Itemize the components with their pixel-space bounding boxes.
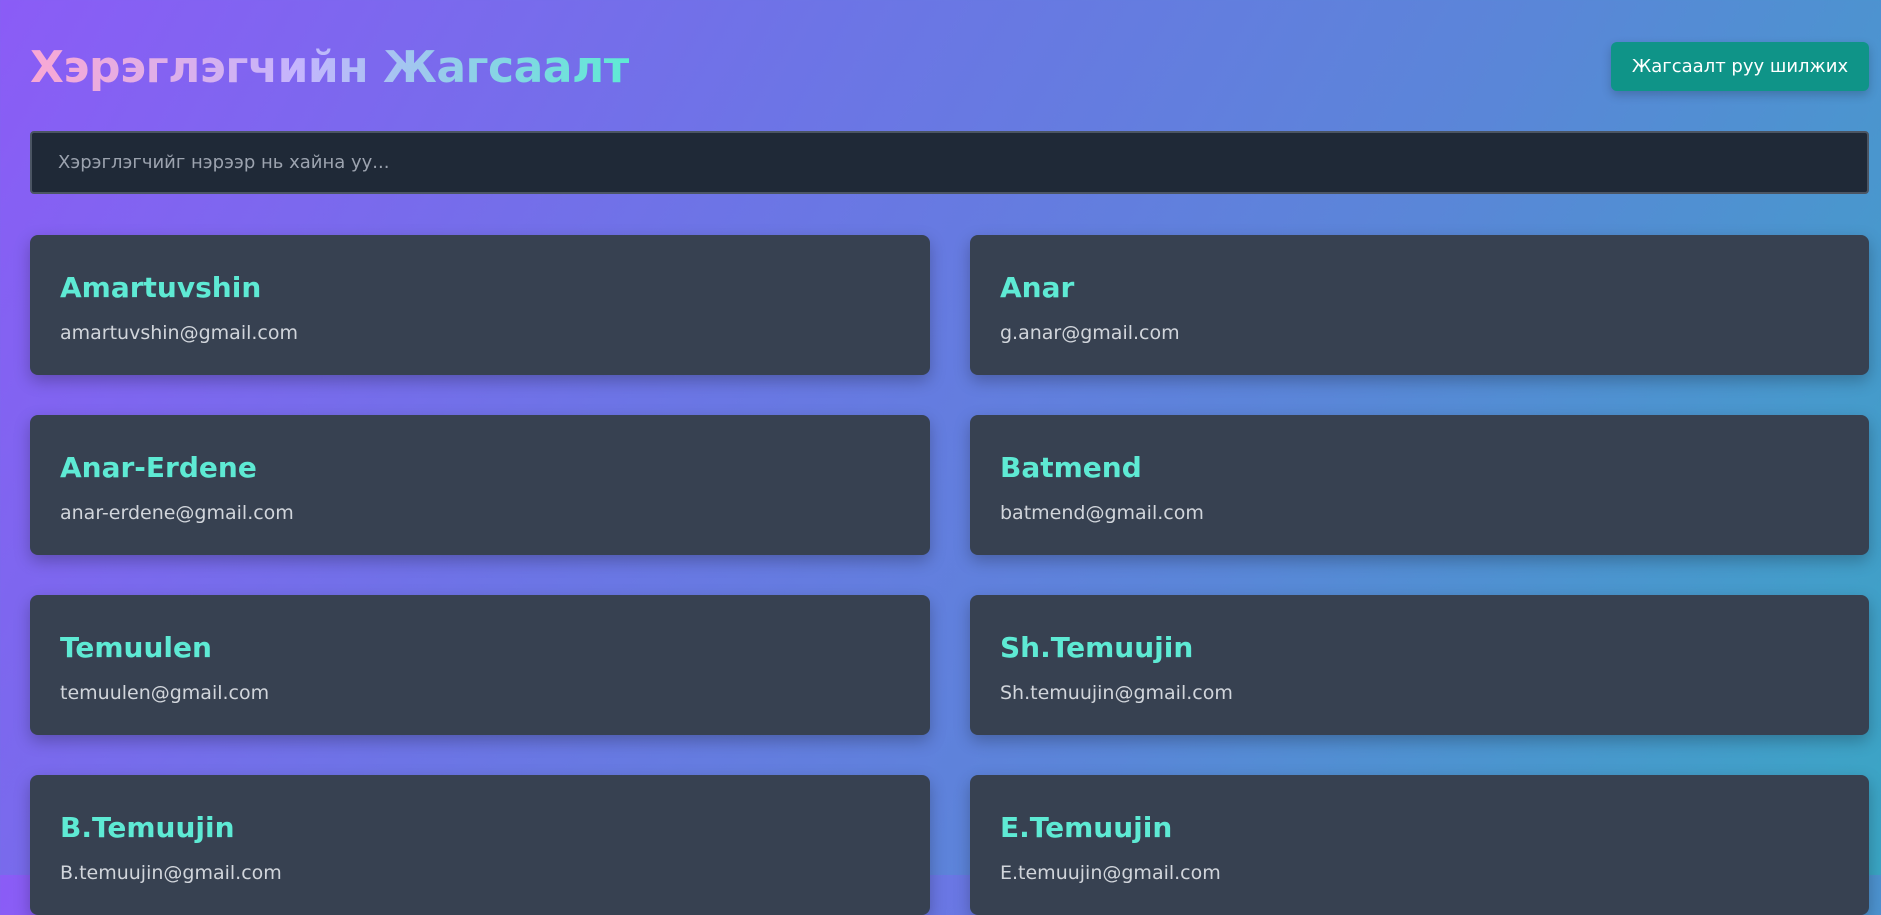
user-email: amartuvshin@gmail.com xyxy=(60,322,298,344)
user-email: temuulen@gmail.com xyxy=(60,682,270,704)
search-input[interactable] xyxy=(30,131,1869,194)
user-email: Sh.temuujin@gmail.com xyxy=(1000,682,1233,704)
page-title: Хэрэглэгчийн Жагсаалт xyxy=(30,42,629,93)
user-card[interactable]: Sh.Temuujin Sh.temuujin@gmail.com xyxy=(970,595,1869,735)
user-name: Sh.Temuujin xyxy=(1000,631,1194,664)
user-card[interactable]: Anar g.anar@gmail.com xyxy=(970,235,1869,375)
user-email: batmend@gmail.com xyxy=(1000,502,1204,524)
user-email: anar-erdene@gmail.com xyxy=(60,502,294,524)
user-name: Batmend xyxy=(1000,451,1142,484)
page-header: Хэрэглэгчийн Жагсаалт Жагсаалт руу шилжи… xyxy=(30,0,1869,132)
user-card[interactable]: E.Temuujin E.temuujin@gmail.com xyxy=(970,775,1869,915)
user-card[interactable]: Batmend batmend@gmail.com xyxy=(970,415,1869,555)
user-card-grid: Amartuvshin amartuvshin@gmail.com Anar g… xyxy=(30,235,1869,915)
user-card[interactable]: B.Temuujin B.temuujin@gmail.com xyxy=(30,775,930,915)
user-card[interactable]: Anar-Erdene anar-erdene@gmail.com xyxy=(30,415,930,555)
user-name: B.Temuujin xyxy=(60,811,235,844)
user-email: E.temuujin@gmail.com xyxy=(1000,862,1221,884)
user-list-page: Хэрэглэгчийн Жагсаалт Жагсаалт руу шилжи… xyxy=(30,0,1869,915)
user-name: E.Temuujin xyxy=(1000,811,1173,844)
user-card[interactable]: Amartuvshin amartuvshin@gmail.com xyxy=(30,235,930,375)
user-name: Temuulen xyxy=(60,631,212,664)
user-name: Anar xyxy=(1000,271,1075,304)
user-email: B.temuujin@gmail.com xyxy=(60,862,282,884)
user-name: Anar-Erdene xyxy=(60,451,257,484)
search-bar xyxy=(30,131,1869,194)
user-name: Amartuvshin xyxy=(60,271,262,304)
user-card[interactable]: Temuulen temuulen@gmail.com xyxy=(30,595,930,735)
switch-to-list-button[interactable]: Жагсаалт руу шилжих xyxy=(1611,42,1869,91)
user-email: g.anar@gmail.com xyxy=(1000,322,1180,344)
